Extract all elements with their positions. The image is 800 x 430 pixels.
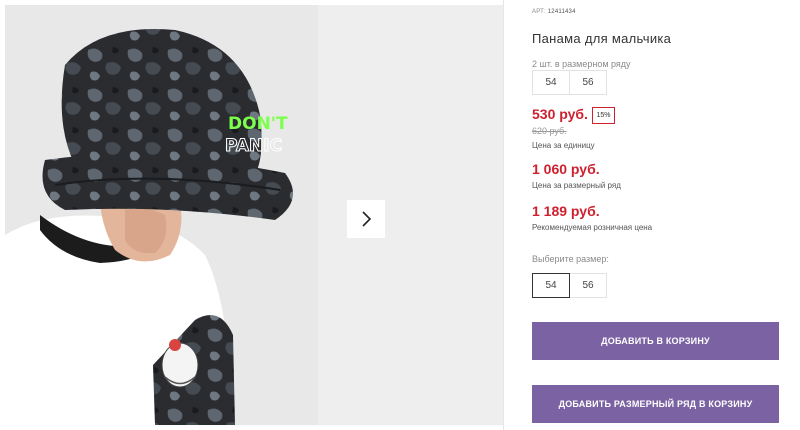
add-to-cart-button[interactable]: ДОБАВИТЬ В КОРЗИНУ <box>532 322 779 360</box>
article-number: АРТ: 12411434 <box>532 9 576 15</box>
retail-price-label: Рекомендуемая розничная цена <box>532 223 653 232</box>
size-option-56[interactable]: 56 <box>569 273 607 298</box>
size-select-label: Выберите размер: <box>532 254 609 264</box>
set-price-label: Цена за размерный ряд <box>532 181 621 190</box>
discount-badge: 15% <box>592 107 615 124</box>
set-size-chip: 54 <box>532 70 570 95</box>
old-price: 620 руб. <box>532 126 567 136</box>
column-divider <box>503 0 504 430</box>
article-value: 12411434 <box>547 9 576 15</box>
chevron-right-icon <box>362 211 372 227</box>
add-set-to-cart-button[interactable]: ДОБАВИТЬ РАЗМЕРНЫЙ РЯД В КОРЗИНУ <box>532 385 779 423</box>
unit-price-label: Цена за единицу <box>532 141 595 150</box>
product-title: Панама для мальчика <box>532 31 672 46</box>
product-gallery: DON'T PANIC <box>5 5 503 425</box>
set-size-chip: 56 <box>569 70 607 95</box>
gallery-next-button[interactable] <box>347 200 385 238</box>
hat-print-top: DON'T <box>228 114 288 134</box>
unit-price: 530 руб. <box>532 106 588 122</box>
photo-backdrop <box>318 5 503 425</box>
product-photo: DON'T PANIC <box>5 5 318 425</box>
article-label: АРТ: <box>532 9 546 15</box>
set-sizes: 54 56 <box>532 70 607 95</box>
size-option-54[interactable]: 54 <box>532 273 570 298</box>
set-note: 2 шт. в размерном ряду <box>532 59 631 69</box>
size-selector: 54 56 <box>532 273 607 298</box>
product-photo-illustration: DON'T PANIC <box>5 5 318 425</box>
retail-price: 1 189 руб. <box>532 203 600 219</box>
set-price: 1 060 руб. <box>532 161 600 177</box>
hat-print-bottom: PANIC <box>225 136 282 156</box>
